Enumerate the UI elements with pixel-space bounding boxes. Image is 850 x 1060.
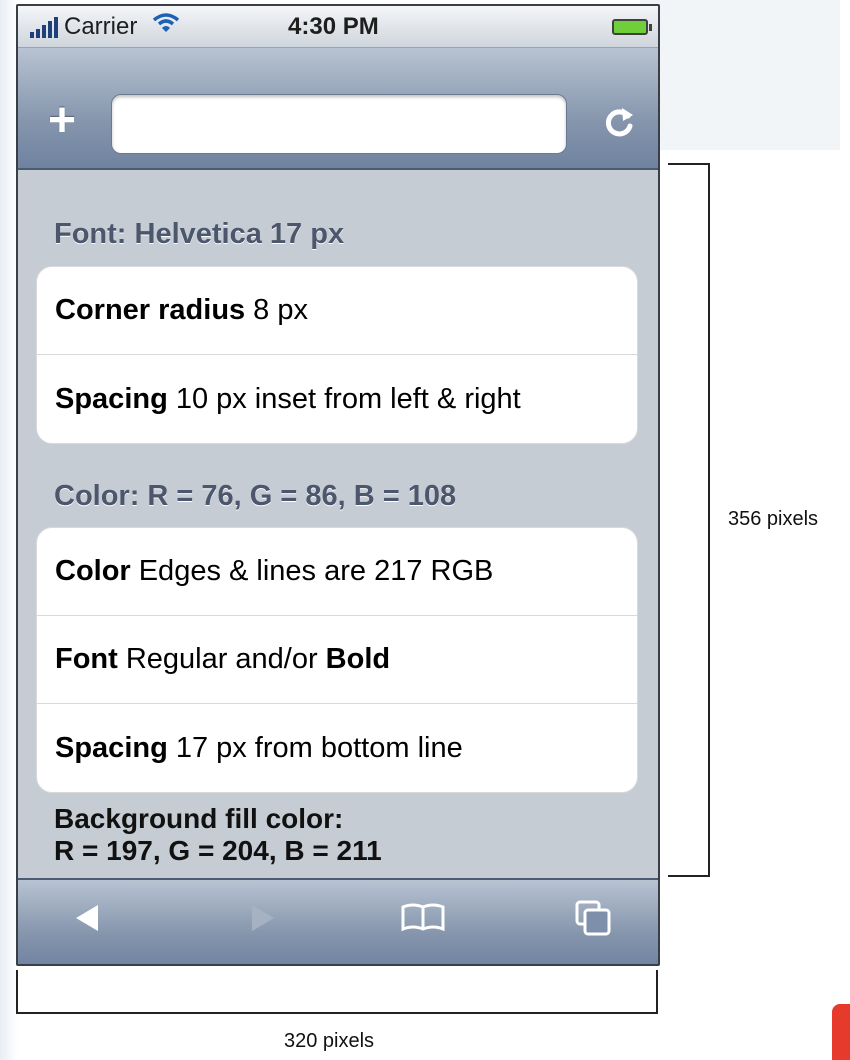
background-panel xyxy=(640,0,840,150)
row-value: 17 px from bottom line xyxy=(175,731,463,764)
width-dimension-bracket xyxy=(16,970,658,1014)
battery-icon xyxy=(612,19,652,35)
row-value-bold: Bold xyxy=(325,643,391,675)
table-row[interactable]: Color Edges & lines are 217 RGB xyxy=(37,528,637,616)
background-fill-value: R = 197, G = 204, B = 211 xyxy=(54,835,382,866)
back-button[interactable] xyxy=(62,898,112,948)
row-value: 8 px xyxy=(253,294,308,326)
rounded-group-2: Color Edges & lines are 217 RGB Font Reg… xyxy=(36,527,638,793)
back-arrow-icon xyxy=(76,905,98,931)
browser-navigation-bar: + xyxy=(18,48,658,170)
address-field[interactable] xyxy=(111,94,567,154)
background-fill-note: Background fill color: R = 197, G = 204,… xyxy=(54,803,382,867)
row-value: 10 px inset from left & right xyxy=(175,382,521,415)
clock-time: 4:30 PM xyxy=(288,13,379,40)
table-row[interactable]: Font Regular and/or Bold xyxy=(37,616,637,704)
row-label: Spacing xyxy=(55,731,168,764)
row-label: Color xyxy=(55,555,131,587)
row-label: Spacing xyxy=(55,382,168,415)
pages-button[interactable] xyxy=(568,898,618,948)
add-bookmark-button[interactable]: + xyxy=(44,97,80,145)
table-row[interactable]: Spacing 10 px inset from left & right xyxy=(37,355,637,443)
browser-toolbar xyxy=(18,878,658,964)
reload-button[interactable] xyxy=(600,102,640,142)
status-bar: Carrier 4:30 PM xyxy=(18,6,658,48)
forward-button[interactable] xyxy=(238,898,288,948)
app-icon-fragment xyxy=(832,1004,850,1060)
carrier-label: Carrier xyxy=(64,12,138,40)
bookmarks-button[interactable] xyxy=(398,898,448,948)
section-title-color: Color: R = 76, G = 86, B = 108 xyxy=(54,480,457,512)
content-area: Font: Helvetica 17 px Corner radius 8 px… xyxy=(18,170,658,878)
rounded-group-1: Corner radius 8 px Spacing 10 px inset f… xyxy=(36,266,638,444)
row-label: Font xyxy=(55,643,118,675)
reload-icon xyxy=(605,108,633,137)
table-row[interactable]: Corner radius 8 px xyxy=(37,267,637,355)
height-dimension-bracket xyxy=(668,163,710,877)
signal-strength-icon xyxy=(30,16,58,38)
row-value: Edges & lines are 217 RGB xyxy=(138,555,494,587)
table-row[interactable]: Spacing 17 px from bottom line xyxy=(37,704,637,792)
bookmarks-icon xyxy=(401,903,445,932)
phone-screen: Carrier 4:30 PM + Font: Helvetica 17 px … xyxy=(16,4,660,966)
background-fill-label: Background fill color: xyxy=(54,803,344,834)
section-title-font: Font: Helvetica 17 px xyxy=(54,218,345,250)
row-label: Corner radius xyxy=(55,294,246,326)
height-dimension-label: 356 pixels xyxy=(728,508,819,530)
width-dimension-label: 320 pixels xyxy=(284,1030,375,1052)
row-value: Regular and/or xyxy=(125,643,318,675)
pages-icon xyxy=(575,900,611,936)
forward-arrow-icon xyxy=(252,905,274,931)
wifi-icon xyxy=(151,12,181,41)
